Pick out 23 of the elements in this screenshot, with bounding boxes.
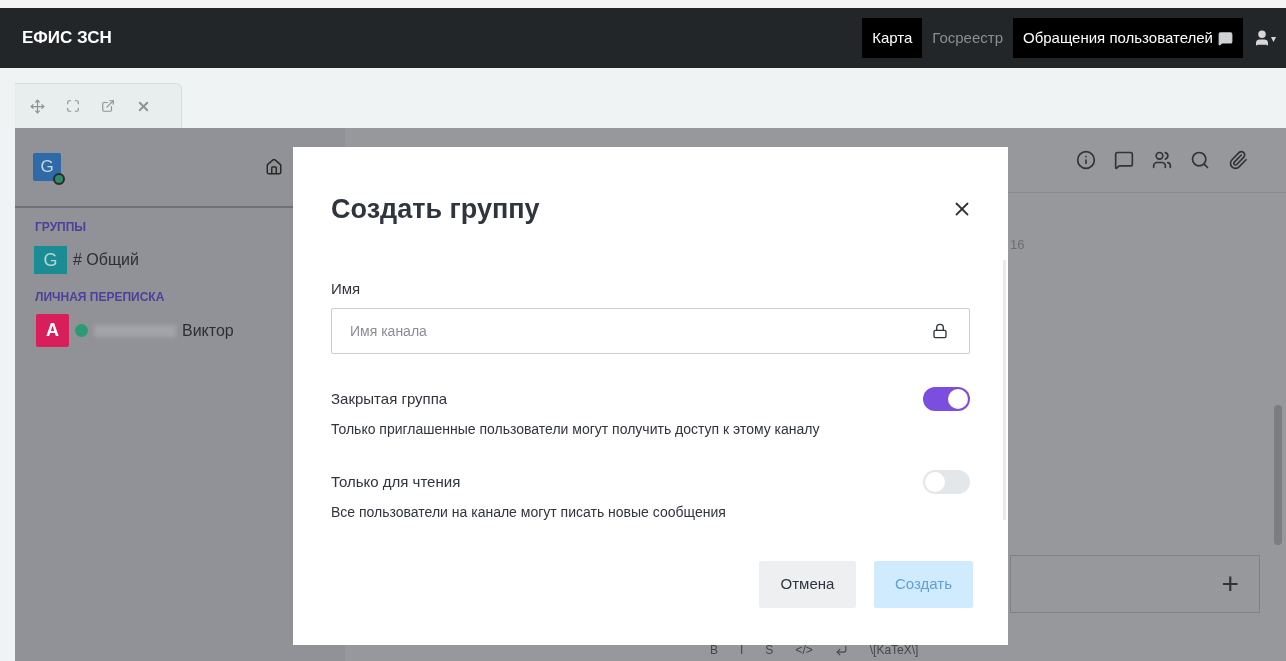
dialog-title: Создать группу [331, 193, 540, 226]
section-heading: ГРУППЫ [35, 219, 88, 236]
toggle-description: Только приглашенные пользователи могут получить доступ к этому каналу [331, 420, 821, 439]
nav-link[interactable]: Карта [862, 18, 923, 58]
add-button[interactable]: + [1221, 561, 1239, 606]
channel-name-input[interactable]: Имя канала [331, 308, 970, 354]
toggle-label: Только для чтения [331, 471, 461, 492]
user-avatar: A [36, 314, 69, 347]
user-name: Виктор [182, 320, 234, 341]
toggle-label: Закрытая группа [331, 388, 448, 409]
nav-link[interactable]: Обращения пользователей [1013, 18, 1243, 58]
channel-avatar: G [34, 246, 67, 274]
nav-link[interactable]: Госреестр [922, 18, 1013, 58]
toggle-description: Все пользователи на канале могут писать новые сообщения [331, 503, 727, 522]
field-label: Имя [331, 278, 362, 299]
message-composer[interactable]: + [1010, 554, 1260, 613]
brand-title[interactable]: ЕФИС ЗСН [22, 25, 112, 51]
channel-name: # Общий [73, 250, 139, 270]
channel-item[interactable]: G # Общий [34, 246, 345, 274]
cancel-button[interactable]: Отмена [759, 561, 856, 608]
format-button[interactable]: \[KaTeX\] [869, 641, 919, 659]
user-menu-button[interactable]: ▾ [1253, 29, 1276, 47]
format-button[interactable]: </> [795, 641, 813, 659]
